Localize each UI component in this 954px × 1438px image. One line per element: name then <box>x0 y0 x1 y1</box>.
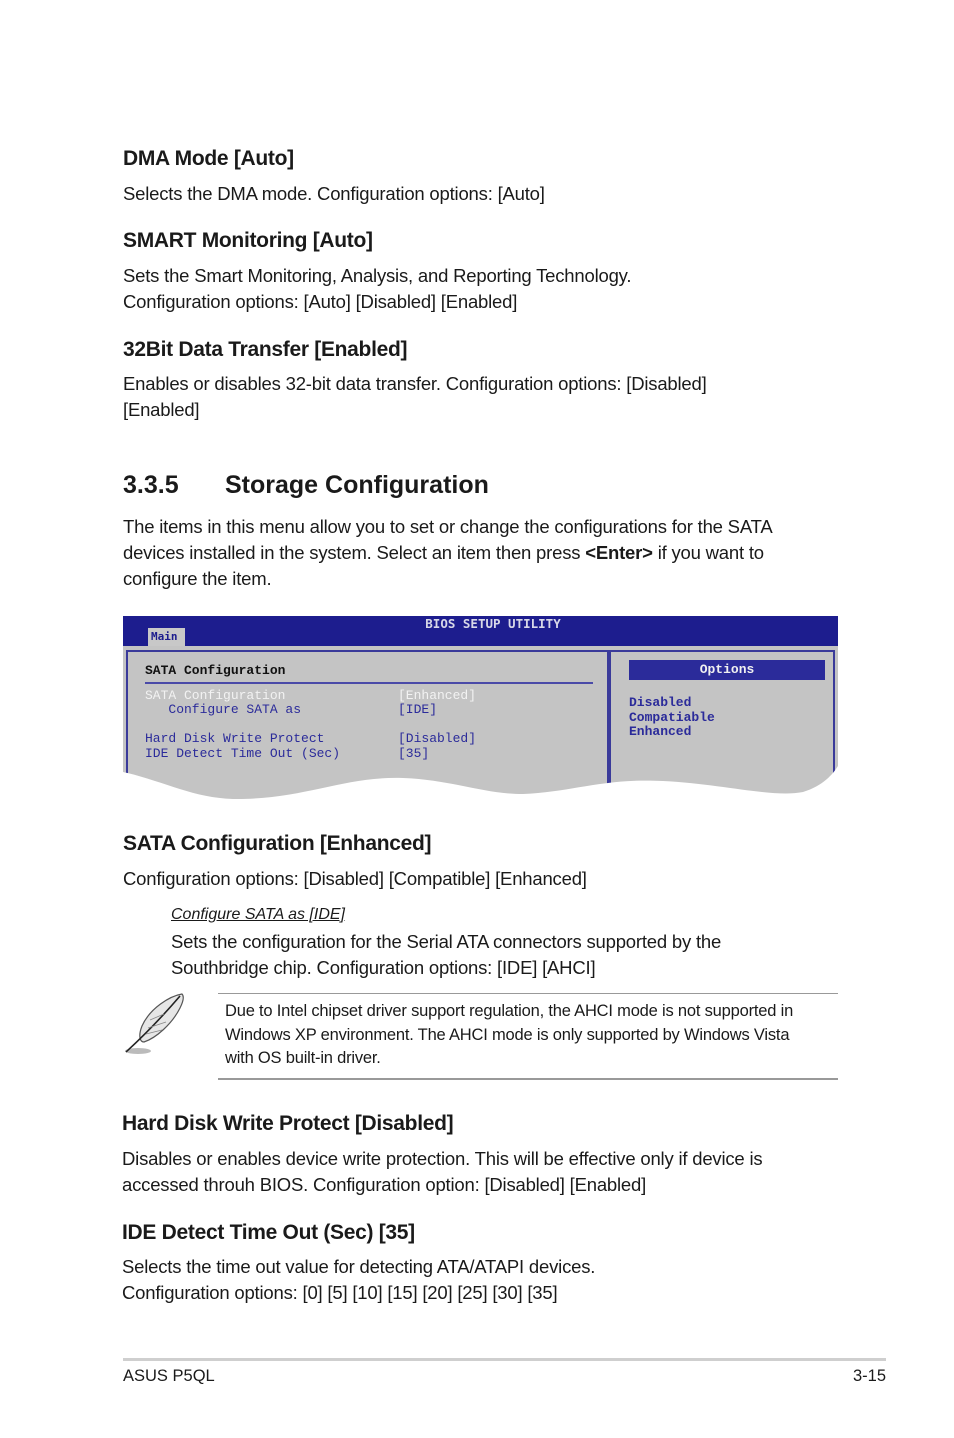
hdwp-heading: Hard Disk Write Protect [Disabled] <box>122 1112 454 1135</box>
configure-sata-subheading: Configure SATA as [IDE] <box>171 906 345 923</box>
intro-text-end: if you want to <box>652 542 764 563</box>
section-number: 3.3.5 <box>123 471 179 499</box>
footer-page-number: 3-15 <box>852 1367 886 1385</box>
storage-intro-line1: The items in this menu allow you to set … <box>123 516 773 537</box>
ide-timeout-description-line2: Configuration options: [0] [5] [10] [15]… <box>122 1282 558 1303</box>
ide-timeout-heading: IDE Detect Time Out (Sec) [35] <box>122 1221 415 1244</box>
smart-monitoring-description-line1: Sets the Smart Monitoring, Analysis, and… <box>123 265 632 286</box>
footer-rule <box>123 1358 886 1361</box>
32bit-transfer-description-line2: [Enabled] <box>123 399 200 420</box>
section-title: Storage Configuration <box>225 471 489 499</box>
32bit-transfer-heading: 32Bit Data Transfer [Enabled] <box>123 338 408 361</box>
smart-monitoring-description-line2: Configuration options: [Auto] [Disabled]… <box>123 291 518 312</box>
intro-text: devices installed in the system. Select … <box>123 542 586 563</box>
ide-timeout-description-line1: Selects the time out value for detecting… <box>122 1256 596 1277</box>
32bit-transfer-description-line1: Enables or disables 32-bit data transfer… <box>123 373 707 394</box>
torn-edge <box>123 766 838 801</box>
bios-screenshot: BIOS SETUP UTILITY Main SATA Configurati… <box>123 616 838 801</box>
note-line2: Windows XP environment. The AHCI mode is… <box>225 1025 790 1044</box>
configure-sata-description-line1: Sets the configuration for the Serial AT… <box>171 931 722 952</box>
dma-mode-description: Selects the DMA mode. Configuration opti… <box>123 183 545 204</box>
dma-mode-heading: DMA Mode [Auto] <box>123 147 294 170</box>
note-text: Due to Intel chipset driver support regu… <box>225 1000 840 1071</box>
sata-config-description: Configuration options: [Disabled] [Compa… <box>123 868 587 889</box>
hdwp-description-line2: accessed throuh BIOS. Configuration opti… <box>122 1174 647 1195</box>
note-bottom-rule <box>218 1078 838 1080</box>
enter-key-label: <Enter> <box>585 542 653 563</box>
note-line1: Due to Intel chipset driver support regu… <box>225 1002 794 1020</box>
sata-config-heading: SATA Configuration [Enhanced] <box>123 832 432 855</box>
footer-product: ASUS P5QL <box>123 1367 215 1385</box>
smart-monitoring-heading: SMART Monitoring [Auto] <box>123 229 373 252</box>
note-line3: with OS built-in driver. <box>225 1049 381 1067</box>
configure-sata-description-line2: Southbridge chip. Configuration options:… <box>171 957 596 978</box>
storage-intro-line3: configure the item. <box>123 568 272 589</box>
feather-pen-icon <box>125 993 184 1054</box>
note-top-rule <box>218 993 838 994</box>
storage-intro-line2: devices installed in the system. Select … <box>123 540 764 566</box>
hdwp-description-line1: Disables or enables device write protect… <box>122 1148 763 1169</box>
